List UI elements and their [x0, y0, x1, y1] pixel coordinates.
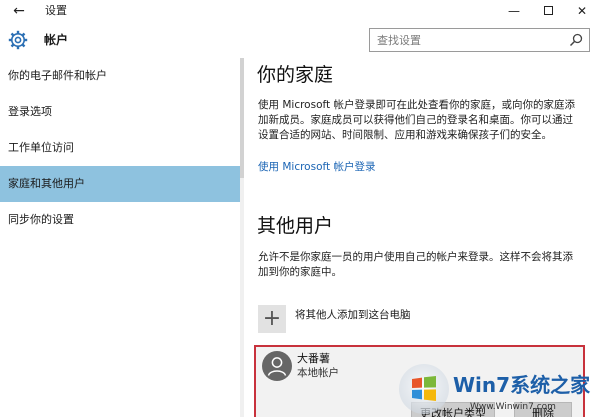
back-arrow-icon[interactable]: ←: [10, 2, 28, 20]
microsoft-signin-link[interactable]: 使用 Microsoft 帐户登录: [258, 160, 375, 175]
user-avatar-icon: [262, 351, 292, 381]
section-title: 帐户: [44, 33, 69, 47]
user-account-type: 本地帐户: [297, 367, 339, 379]
maximize-icon: [543, 6, 553, 15]
sidebar-nav: 你的电子邮件和帐户 登录选项 工作单位访问 家庭和其他用户 同步你的设置: [0, 58, 240, 417]
window-title: 设置: [45, 4, 67, 17]
sidebar-item-sync-settings[interactable]: 同步你的设置: [0, 202, 240, 238]
svg-text:Win7系统之家: Win7系统之家: [453, 373, 591, 397]
gear-icon: [8, 30, 28, 50]
search-input[interactable]: [370, 29, 560, 51]
sidebar-item-family-other-users[interactable]: 家庭和其他用户: [0, 166, 240, 202]
user-name: 大番薯: [297, 352, 330, 365]
add-other-user-button[interactable]: 将其他人添加到这台电脑: [295, 308, 411, 323]
other-users-heading: 其他用户: [257, 215, 334, 237]
close-button[interactable]: ✕: [565, 0, 598, 22]
search-box[interactable]: [369, 28, 590, 52]
title-bar: ← 设置 — ✕: [0, 0, 598, 22]
other-users-description: 允许不是你家庭一员的用户使用自己的帐户来登录。这样不会将其添加到你的家庭中。: [258, 251, 573, 278]
minimize-button[interactable]: —: [497, 0, 531, 22]
family-heading: 你的家庭: [257, 64, 334, 86]
maximize-button[interactable]: [531, 0, 565, 22]
win7-watermark-logo: Win7系统之家 Www.Winwin7.com: [399, 364, 591, 414]
svg-text:Www.Winwin7.com: Www.Winwin7.com: [470, 402, 556, 412]
search-icon[interactable]: [569, 33, 583, 47]
sidebar-item-email-accounts[interactable]: 你的电子邮件和帐户: [0, 58, 240, 94]
plus-icon[interactable]: +: [258, 305, 286, 333]
sidebar-item-sign-in-options[interactable]: 登录选项: [0, 94, 240, 130]
family-description: 使用 Microsoft 帐户登录即可在此处查看你的家庭，或向你的家庭添加新成员…: [258, 99, 575, 141]
sidebar-item-work-access[interactable]: 工作单位访问: [0, 130, 240, 166]
